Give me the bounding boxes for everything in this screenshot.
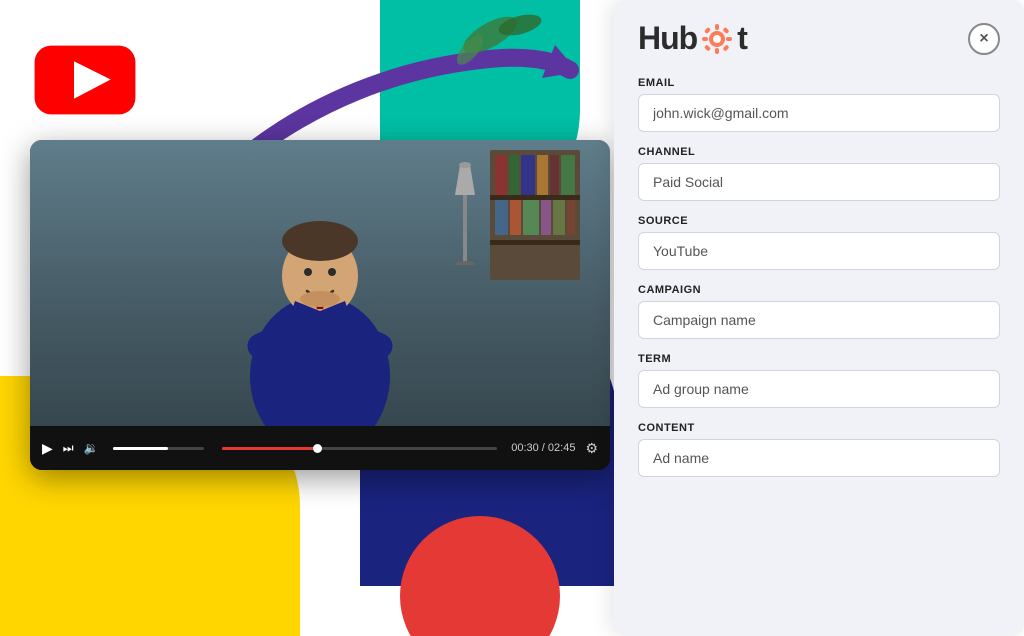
volume-slider[interactable]	[113, 447, 205, 450]
play-button[interactable]: ▶	[42, 440, 53, 457]
channel-input[interactable]	[638, 163, 1000, 201]
hubspot-text-right: t	[737, 20, 747, 57]
video-content	[30, 140, 610, 426]
youtube-logo	[30, 40, 140, 120]
youtube-icon	[30, 40, 140, 120]
channel-field-group: CHANNEL	[638, 146, 1000, 201]
hubspot-text-left: Hub	[638, 20, 697, 57]
source-input[interactable]	[638, 232, 1000, 270]
close-button[interactable]: ×	[968, 23, 1000, 55]
video-controls-bar[interactable]: ▶ ⏭ 🔉 00:30 / 02:45 ⚙	[30, 426, 610, 470]
term-input[interactable]	[638, 370, 1000, 408]
campaign-input[interactable]	[638, 301, 1000, 339]
email-input[interactable]	[638, 94, 1000, 132]
email-field-group: EMAIL	[638, 77, 1000, 132]
term-label: TERM	[638, 353, 1000, 365]
hubspot-logo: Hub t	[638, 20, 747, 57]
email-label: EMAIL	[638, 77, 1000, 89]
channel-label: CHANNEL	[638, 146, 1000, 158]
hubspot-form-panel: Hub t ×	[614, 0, 1024, 636]
seek-fill	[222, 447, 318, 450]
lamp-decoration	[450, 155, 480, 265]
content-label: CONTENT	[638, 422, 1000, 434]
volume-icon[interactable]: 🔉	[84, 441, 99, 455]
content-field-group: CONTENT	[638, 422, 1000, 477]
campaign-field-group: CAMPAIGN	[638, 284, 1000, 339]
next-button[interactable]: ⏭	[63, 441, 74, 456]
hubspot-sprocket-icon	[700, 22, 734, 56]
source-field-group: SOURCE	[638, 215, 1000, 270]
time-display: 00:30 / 02:45	[511, 442, 575, 454]
seek-bar[interactable]	[222, 447, 497, 450]
content-input[interactable]	[638, 439, 1000, 477]
left-panel: ▶ ⏭ 🔉 00:30 / 02:45 ⚙	[0, 0, 640, 636]
term-field-group: TERM	[638, 353, 1000, 408]
source-label: SOURCE	[638, 215, 1000, 227]
person-figure	[210, 146, 430, 426]
video-player: ▶ ⏭ 🔉 00:30 / 02:45 ⚙	[30, 140, 610, 470]
hubspot-header: Hub t ×	[638, 20, 1000, 57]
bookshelf-decoration	[490, 150, 580, 280]
seek-dot	[313, 444, 322, 453]
form-container: Hub t ×	[614, 0, 1024, 515]
campaign-label: CAMPAIGN	[638, 284, 1000, 296]
settings-button[interactable]: ⚙	[585, 440, 598, 457]
